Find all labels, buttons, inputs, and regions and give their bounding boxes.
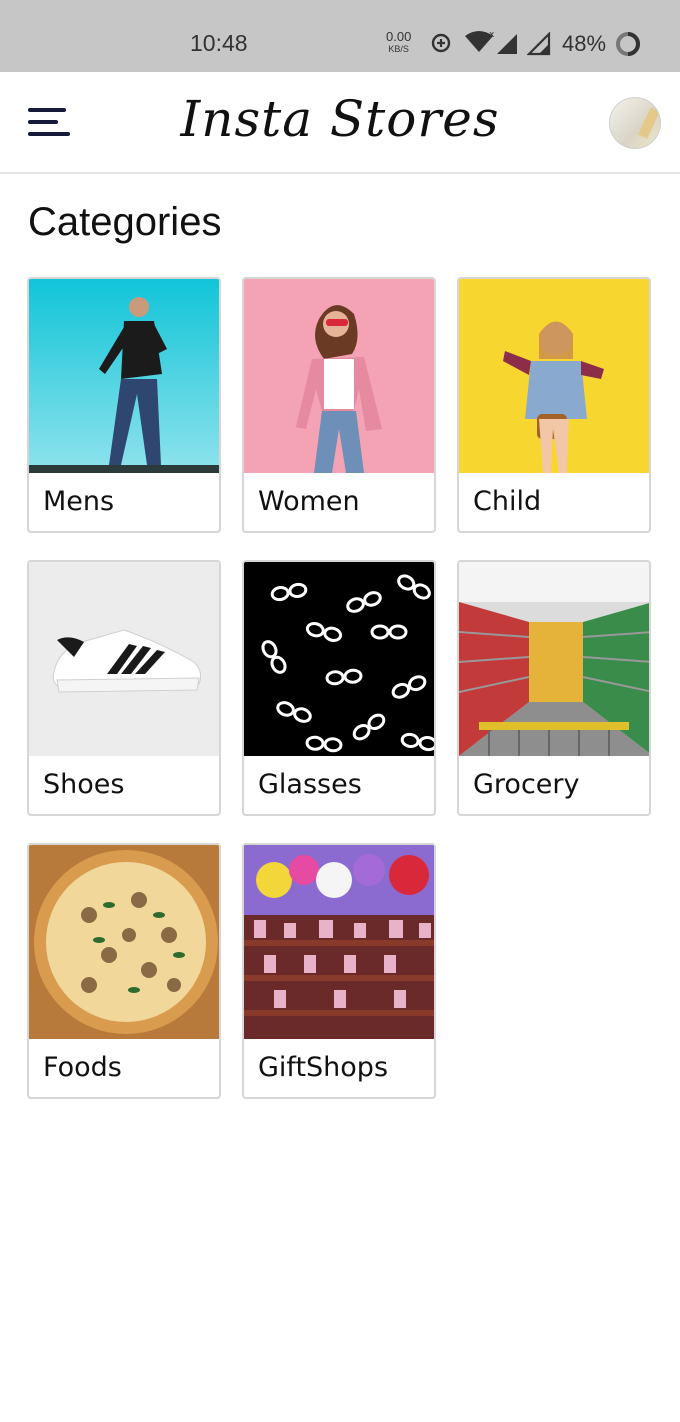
category-label-mens: Mens bbox=[43, 486, 115, 517]
category-label-grocery: Grocery bbox=[473, 769, 580, 800]
category-image-grocery bbox=[459, 562, 649, 756]
category-label-giftshops: GiftShops bbox=[258, 1052, 389, 1083]
category-label-child: Child bbox=[473, 486, 542, 517]
category-image-child bbox=[459, 279, 649, 473]
cell-signal-icon-2 bbox=[526, 31, 551, 61]
app-bar: Insta Stores bbox=[0, 72, 680, 174]
status-bar: 10:48 0.00 KB/S x 48% bbox=[0, 0, 680, 72]
category-card-mens[interactable]: Mens bbox=[27, 277, 221, 533]
battery-percent: 48% bbox=[562, 31, 607, 56]
category-card-grocery[interactable]: Grocery bbox=[457, 560, 651, 816]
category-image-mens bbox=[29, 279, 219, 473]
category-label-glasses: Glasses bbox=[258, 769, 362, 800]
category-label-shoes: Shoes bbox=[43, 769, 125, 800]
svg-text:x: x bbox=[489, 30, 494, 40]
network-speed: 0.00 KB/S bbox=[386, 29, 412, 55]
category-card-child[interactable]: Child bbox=[457, 277, 651, 533]
category-card-foods[interactable]: Foods bbox=[27, 843, 221, 1099]
category-card-shoes[interactable]: Shoes bbox=[27, 560, 221, 816]
categories-heading: Categories bbox=[28, 200, 222, 244]
data-saver-icon bbox=[430, 32, 452, 59]
category-label-foods: Foods bbox=[43, 1052, 122, 1083]
cell-signal-icon bbox=[495, 32, 519, 61]
category-image-foods bbox=[29, 845, 219, 1039]
category-card-giftshops[interactable]: GiftShops bbox=[242, 843, 436, 1099]
category-card-women[interactable]: Women bbox=[242, 277, 436, 533]
category-image-women bbox=[244, 279, 434, 473]
category-image-glasses bbox=[244, 562, 434, 756]
battery-icon bbox=[615, 31, 641, 62]
status-time: 10:48 bbox=[190, 30, 248, 56]
app-title: Insta Stores bbox=[180, 90, 500, 148]
network-speed-value: 0.00 bbox=[386, 29, 412, 44]
category-label-women: Women bbox=[258, 486, 360, 517]
category-card-glasses[interactable]: Glasses bbox=[242, 560, 436, 816]
category-image-giftshops bbox=[244, 845, 434, 1039]
network-speed-unit: KB/S bbox=[388, 44, 409, 54]
profile-avatar[interactable] bbox=[609, 97, 661, 149]
category-image-shoes bbox=[29, 562, 219, 756]
wifi-icon: x bbox=[464, 30, 495, 59]
